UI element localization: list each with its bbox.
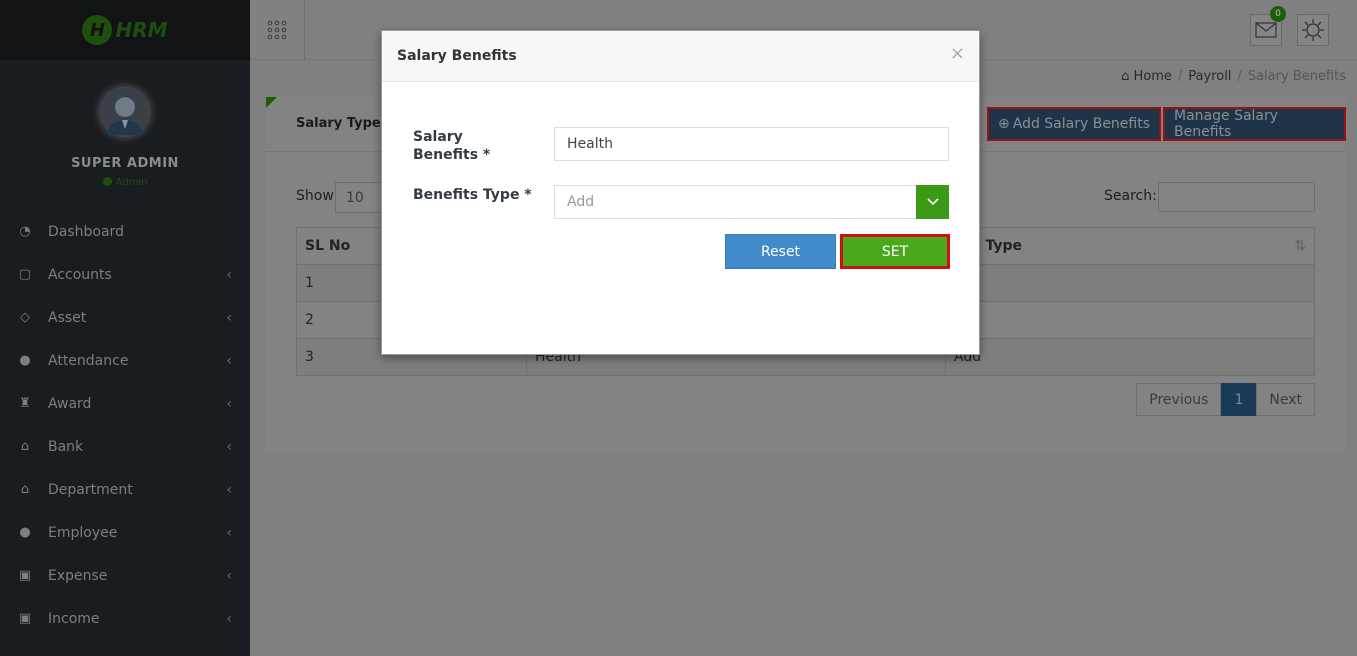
money-icon: ▣ — [18, 568, 32, 583]
chevron-left-icon: ‹ — [226, 309, 232, 326]
messages-button[interactable]: 0 — [1250, 6, 1286, 46]
user-icon: ● — [19, 353, 31, 368]
online-status-icon — [102, 177, 112, 186]
add-salary-benefits-button[interactable]: ⊕ Add Salary Benefits — [987, 107, 1162, 141]
add-salary-benefits-label: Add Salary Benefits — [1012, 116, 1151, 132]
users-icon: ● — [19, 525, 31, 540]
bank-icon: ⌂ — [20, 439, 30, 454]
app-logo[interactable]: H HRM — [82, 15, 168, 45]
user-role: Admin — [0, 177, 250, 188]
sidebar-item-employee[interactable]: ● Employee ‹ — [0, 511, 250, 554]
salary-benefits-label: Salary Benefits * — [413, 129, 491, 163]
benefits-type-label: Benefits Type * — [413, 187, 532, 203]
sidebar-item-bank[interactable]: ⌂ Bank ‹ — [0, 425, 250, 468]
benefits-type-select[interactable]: Add — [554, 185, 949, 219]
breadcrumb-separator: / — [1237, 69, 1242, 84]
panel-title: Salary Type S — [296, 116, 395, 131]
user-avatar-icon — [99, 86, 151, 138]
breadcrumb-payroll[interactable]: Payroll — [1188, 69, 1231, 84]
sidebar-menu: ◔ Dashboard ▢ Accounts ‹ ◇ Asset ‹ ● Attendance ‹ ♜… — [0, 210, 250, 640]
modal-title: Salary Benefits — [397, 48, 517, 64]
sidebar-item-expense[interactable]: ▣ Expense ‹ — [0, 554, 250, 597]
trophy-icon: ♜ — [19, 396, 31, 411]
sort-icon: ⇅ — [1294, 238, 1306, 254]
diamond-icon: ◇ — [20, 310, 30, 325]
sidebar-item-label: Employee — [48, 524, 118, 541]
dashboard-icon: ◔ — [19, 224, 31, 239]
benefits-type-value: Add — [567, 194, 595, 210]
table-cell: uct — [945, 264, 1315, 302]
briefcase-icon: ▢ — [18, 267, 32, 282]
sidebar-item-dashboard[interactable]: ◔ Dashboard — [0, 210, 250, 253]
sidebar-item-label: Accounts — [48, 266, 112, 283]
table-cell — [945, 301, 1315, 339]
panel-corner-marker — [266, 97, 277, 108]
plus-circle-icon: ⊕ — [998, 116, 1010, 132]
logo-text: HRM — [115, 18, 168, 42]
sidebar-item-asset[interactable]: ◇ Asset ‹ — [0, 296, 250, 339]
apps-grid-button[interactable] — [250, 0, 305, 60]
close-icon[interactable]: × — [950, 43, 965, 64]
chevron-left-icon: ‹ — [226, 524, 232, 541]
pagination: Previous 1 Next — [1136, 383, 1315, 416]
building-icon: ⌂ — [20, 482, 30, 497]
sidebar-item-department[interactable]: ⌂ Department ‹ — [0, 468, 250, 511]
avatar[interactable] — [93, 80, 157, 144]
manage-salary-benefits-label: Manage Salary Benefits — [1174, 108, 1279, 140]
chevron-down-icon — [926, 198, 939, 206]
logo-bar: H HRM — [0, 0, 250, 60]
money-icon: ▣ — [18, 611, 32, 626]
chevron-left-icon: ‹ — [226, 266, 232, 283]
show-label: Show — [296, 188, 334, 204]
entries-per-page-select[interactable]: 10 — [335, 182, 383, 213]
sidebar-item-label: Income — [48, 610, 100, 627]
gear-icon — [1302, 19, 1324, 41]
sidebar-item-accounts[interactable]: ▢ Accounts ‹ — [0, 253, 250, 296]
salary-benefits-modal: Salary Benefits × Salary Benefits * Heal… — [381, 30, 980, 355]
chevron-left-icon: ‹ — [226, 438, 232, 455]
breadcrumb-current: Salary Benefits — [1247, 69, 1346, 84]
sidebar-item-label: Department — [48, 481, 133, 498]
envelope-icon — [1255, 22, 1277, 38]
page-1-button[interactable]: 1 — [1221, 383, 1257, 416]
user-name: SUPER ADMIN — [71, 156, 179, 171]
sidebar-item-label: Dashboard — [48, 223, 124, 240]
sidebar-item-label: Bank — [48, 438, 84, 455]
previous-page-button[interactable]: Previous — [1136, 383, 1222, 416]
breadcrumb-separator: / — [1177, 69, 1183, 84]
sidebar-item-label: Award — [48, 395, 92, 412]
search-label: Search: — [1104, 188, 1157, 204]
search-input[interactable] — [1158, 182, 1315, 212]
dropdown-toggle-button[interactable] — [916, 185, 949, 219]
sidebar: H HRM SUPER ADMIN Admin ◔ Dashboard ▢ Accou… — [0, 0, 250, 656]
next-page-button[interactable]: Next — [1256, 383, 1315, 416]
table-cell: Add — [945, 338, 1315, 376]
apps-grid-icon — [267, 20, 287, 40]
chevron-left-icon: ‹ — [226, 610, 232, 627]
chevron-left-icon: ‹ — [226, 395, 232, 412]
logo-badge: H — [82, 15, 113, 45]
chevron-left-icon: ‹ — [226, 352, 232, 369]
sidebar-item-label: Attendance — [48, 352, 129, 369]
reset-button[interactable]: Reset — [725, 234, 836, 269]
sidebar-item-award[interactable]: ♜ Award ‹ — [0, 382, 250, 425]
user-profile: SUPER ADMIN Admin — [0, 60, 250, 210]
chevron-left-icon: ‹ — [226, 481, 232, 498]
sidebar-item-label: Asset — [48, 309, 87, 326]
set-button[interactable]: SET — [840, 234, 950, 269]
role-label: Admin — [115, 177, 148, 188]
column-header-benefit-type[interactable]: efit Type ⇅ — [945, 227, 1315, 265]
sidebar-item-label: Expense — [48, 567, 108, 584]
message-count-badge: 0 — [1270, 6, 1286, 22]
breadcrumb-home[interactable]: Home — [1133, 69, 1171, 84]
salary-benefits-input[interactable]: Health — [554, 127, 949, 161]
modal-header: Salary Benefits × — [382, 31, 979, 82]
manage-salary-benefits-button[interactable]: Manage Salary Benefits — [1163, 107, 1346, 141]
sidebar-item-income[interactable]: ▣ Income ‹ — [0, 597, 250, 640]
breadcrumb: ⌂ Home / Payroll / Salary Benefits — [1121, 69, 1346, 84]
settings-button[interactable] — [1297, 14, 1329, 46]
home-icon: ⌂ — [1121, 69, 1130, 84]
chevron-left-icon: ‹ — [226, 567, 232, 584]
sidebar-item-attendance[interactable]: ● Attendance ‹ — [0, 339, 250, 382]
